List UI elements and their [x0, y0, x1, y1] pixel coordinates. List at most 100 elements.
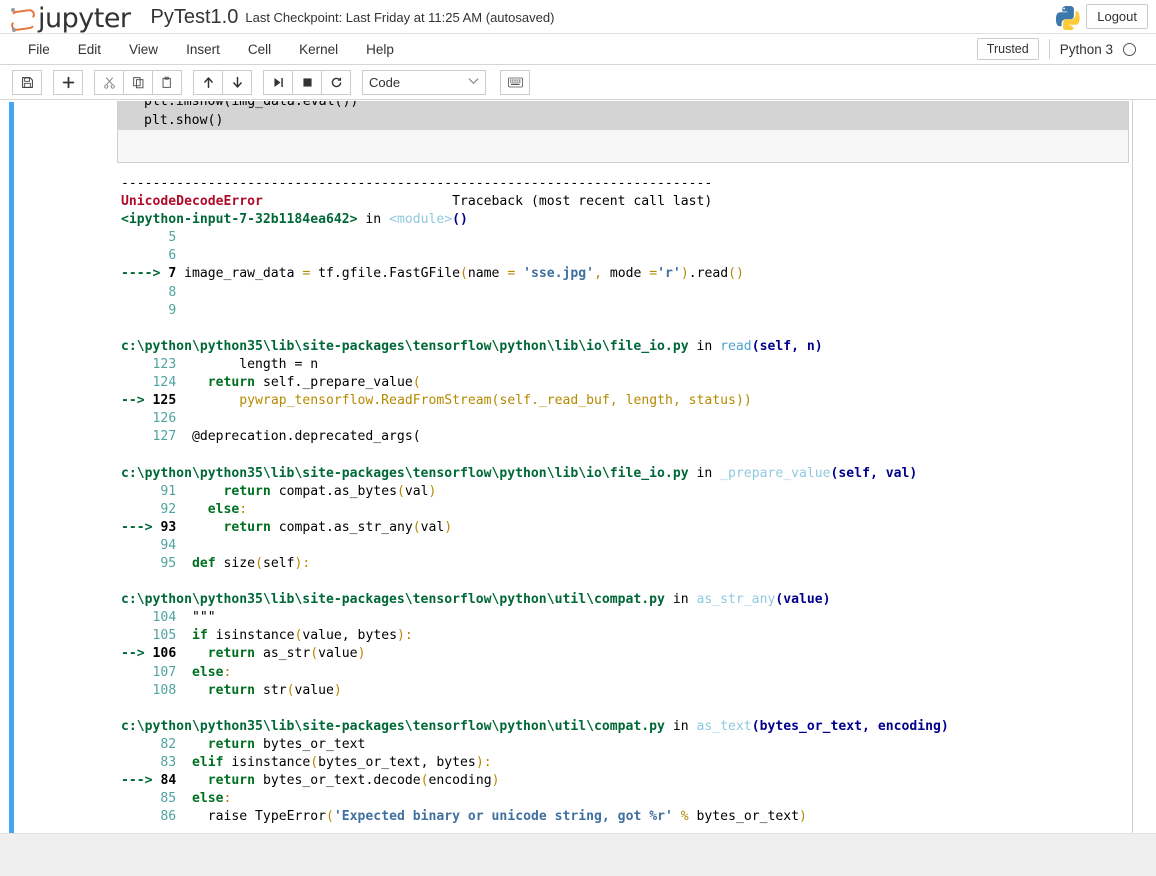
frame-location: c:\python\python35\lib\site-packages\ten… — [121, 718, 665, 734]
traceback-line-number: 9 — [168, 302, 177, 318]
traceback-line-number: 82 — [160, 736, 177, 752]
traceback-line-number: 105 — [152, 628, 177, 644]
notebook-header: jupyter PyTest1.0 Last Checkpoint: Last … — [0, 0, 1156, 33]
traceback-line-number: 93 — [160, 519, 177, 535]
menu-item-file[interactable]: File — [14, 38, 64, 61]
stop-button[interactable] — [292, 69, 322, 95]
notebook-toolbar: Code — [0, 65, 1156, 100]
frame-function: _prepare_value — [720, 465, 831, 481]
frame-function: <module> — [389, 212, 453, 228]
restart-button[interactable] — [321, 69, 351, 95]
traceback-current-marker: ---> — [121, 773, 153, 789]
traceback-current-marker: --> — [121, 393, 145, 409]
menu-item-view[interactable]: View — [115, 38, 172, 61]
menu-item-help[interactable]: Help — [352, 38, 408, 61]
traceback-separator: ----------------------------------------… — [121, 176, 713, 191]
notebook-scroll-area[interactable]: plt.imshow(img_data.eval()) plt.show() -… — [0, 100, 1156, 835]
toolbar-group-file — [12, 69, 42, 95]
cell-output-area: ----------------------------------------… — [10, 163, 1123, 835]
jupyter-logo[interactable]: jupyter — [10, 1, 131, 32]
cut-button[interactable] — [94, 69, 124, 95]
traceback-line-number: 123 — [152, 356, 177, 372]
traceback-line-number: 92 — [160, 501, 177, 517]
frame-function: read — [720, 338, 752, 354]
copy-button[interactable] — [123, 69, 153, 95]
keyboard-icon — [507, 77, 523, 88]
stop-square-icon — [301, 76, 314, 89]
traceback-line-number: 86 — [160, 809, 177, 825]
traceback-error-type: UnicodeDecodeError — [121, 194, 263, 210]
traceback-line-number: 91 — [160, 483, 177, 499]
frame-signature: (value) — [775, 592, 831, 608]
frame-signature: (self, val) — [830, 465, 918, 481]
code-line-selected[interactable]: plt.show() — [118, 111, 1128, 130]
logout-button[interactable]: Logout — [1086, 4, 1148, 29]
traceback-line-number: 6 — [168, 248, 177, 264]
traceback-line-number: 126 — [152, 411, 177, 427]
page-footer — [0, 833, 1156, 876]
menu-item-cell[interactable]: Cell — [234, 38, 285, 61]
arrow-up-icon — [202, 76, 215, 89]
plus-icon — [62, 76, 75, 89]
frame-signature: () — [452, 212, 468, 228]
traceback-label: Traceback (most recent call last) — [452, 194, 713, 210]
python-logo-icon — [1054, 4, 1080, 31]
frame-signature: (self, n) — [751, 338, 823, 354]
chevron-down-icon — [468, 76, 479, 88]
paste-button[interactable] — [152, 69, 182, 95]
menu-item-insert[interactable]: Insert — [172, 38, 234, 61]
frame-in-word: in — [696, 338, 713, 354]
menu-bar: File Edit View Insert Cell Kernel Help T… — [0, 33, 1156, 65]
traceback-line-number: 8 — [168, 284, 177, 300]
kernel-separator — [1048, 39, 1050, 59]
menu-item-kernel[interactable]: Kernel — [285, 38, 352, 61]
frame-function: as_text — [696, 718, 752, 734]
traceback-line-number: 83 — [160, 755, 177, 770]
scissors-icon — [103, 76, 116, 89]
kernel-idle-circle-icon[interactable] — [1123, 42, 1136, 56]
jupyter-logo-text: jupyter — [38, 3, 131, 34]
frame-signature: (bytes_or_text, encoding) — [751, 718, 949, 734]
cell-type-select[interactable]: Code — [362, 69, 486, 95]
save-button[interactable] — [12, 69, 42, 95]
traceback-line-number: 94 — [160, 537, 177, 553]
frame-location: c:\python\python35\lib\site-packages\ten… — [121, 338, 689, 354]
insert-cell-button[interactable] — [53, 69, 83, 95]
code-input-area[interactable]: plt.imshow(img_data.eval()) plt.show() — [117, 101, 1129, 163]
cell-type-value: Code — [369, 74, 401, 90]
traceback-line-number: 108 — [152, 682, 177, 698]
code-line[interactable]: plt.imshow(img_data.eval()) — [118, 101, 1128, 111]
code-line-text: plt.show() — [144, 113, 224, 128]
toolbar-group-edit — [94, 69, 182, 95]
notebook-title[interactable]: PyTest1.0 — [151, 7, 239, 27]
move-down-button[interactable] — [222, 69, 252, 95]
paste-icon — [161, 76, 174, 89]
run-button[interactable] — [263, 69, 293, 95]
traceback-line-number: 7 — [168, 266, 177, 282]
frame-in-word: in — [696, 465, 713, 481]
traceback-line-code: length = n — [176, 356, 319, 372]
code-cell[interactable]: plt.imshow(img_data.eval()) plt.show() -… — [9, 100, 1129, 824]
trusted-badge[interactable]: Trusted — [976, 38, 1039, 60]
toolbar-group-move — [193, 69, 252, 95]
traceback-line-number: 95 — [160, 555, 177, 571]
menu-item-edit[interactable]: Edit — [64, 38, 115, 61]
traceback-current-marker: --> — [121, 646, 145, 662]
keyboard-shortcuts-button[interactable] — [500, 69, 530, 95]
run-icon — [272, 76, 285, 89]
traceback-line-number: 107 — [152, 664, 177, 680]
traceback-line-number: 125 — [152, 393, 177, 409]
frame-in-word: in — [672, 592, 689, 608]
frame-location: c:\python\python35\lib\site-packages\ten… — [121, 465, 689, 481]
toolbar-group-run — [263, 69, 351, 95]
traceback-line-number: 104 — [152, 610, 177, 626]
move-up-button[interactable] — [193, 69, 223, 95]
traceback-current-marker: ----> — [121, 266, 161, 282]
kernel-name-label: Python 3 — [1059, 41, 1113, 57]
arrow-down-icon — [231, 76, 244, 89]
code-line-clipped-wrapper: plt.imshow(img_data.eval()) — [118, 101, 1128, 111]
frame-in-word: in — [365, 212, 382, 228]
traceback-line-number: 106 — [152, 646, 177, 662]
frame-function: as_str_any — [696, 592, 776, 608]
traceback-line-number: 124 — [152, 375, 177, 391]
